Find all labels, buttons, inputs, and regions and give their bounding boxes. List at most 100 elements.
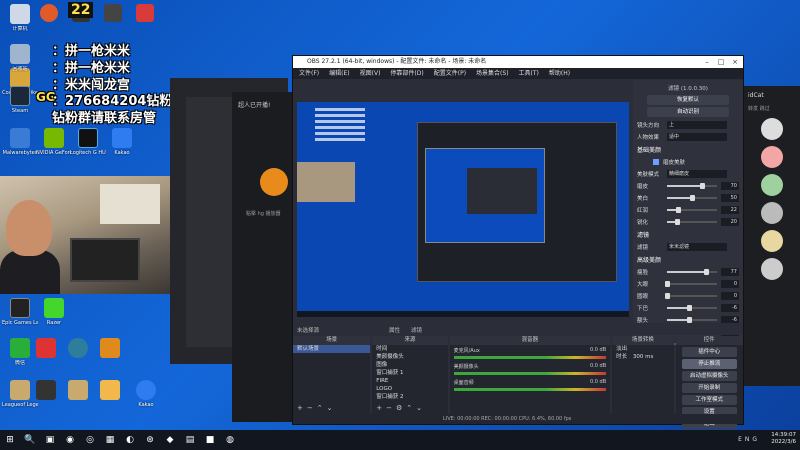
desktop-icon-recycle-bin[interactable]: 回收站: [2, 44, 38, 72]
avatar[interactable]: [761, 174, 783, 196]
slider-handle[interactable]: [665, 280, 670, 287]
avatar[interactable]: [761, 230, 783, 252]
desktop-icon-kakao[interactable]: Kakao: [128, 380, 164, 408]
reset-default-button[interactable]: 恢复默认: [647, 95, 729, 105]
slider-track[interactable]: [667, 194, 717, 201]
language-indicator[interactable]: ENG: [738, 436, 760, 443]
slider-track[interactable]: [665, 280, 717, 287]
person-effect-select[interactable]: 适中: [667, 132, 727, 141]
avatar[interactable]: [761, 202, 783, 224]
app-icon[interactable]: ◍: [220, 430, 240, 450]
transition-duration[interactable]: 时长 300 ms: [612, 353, 673, 361]
slider-handle[interactable]: [676, 206, 681, 213]
search-icon[interactable]: 🔍: [20, 430, 40, 450]
app-icon[interactable]: [136, 4, 154, 22]
stop-streaming-button[interactable]: 停止推流: [681, 359, 737, 369]
start-virtual-camera-button[interactable]: 启动虚拟摄像头: [681, 371, 737, 381]
slider-track[interactable]: [667, 316, 717, 323]
slider-handle[interactable]: [690, 194, 695, 201]
face-direction-select[interactable]: 上: [667, 120, 727, 129]
slider-value[interactable]: -6: [721, 303, 739, 312]
sources-dock-footer[interactable]: +−⚙⌃⌄: [376, 404, 426, 412]
slider-handle[interactable]: [675, 218, 680, 225]
menu-scene-collection[interactable]: 场景集合(S): [476, 68, 509, 79]
app-icon[interactable]: [100, 380, 120, 400]
app-icon[interactable]: ▦: [100, 430, 120, 450]
slider-track[interactable]: [667, 218, 717, 225]
source-item[interactable]: 时间: [372, 345, 447, 353]
app-icon[interactable]: ◎: [80, 430, 100, 450]
source-item[interactable]: 图像: [372, 361, 447, 369]
source-item[interactable]: 美颜摄像头: [372, 353, 447, 361]
start-icon[interactable]: ⊞: [0, 430, 20, 450]
app-icon[interactable]: [68, 380, 88, 400]
avatar[interactable]: [761, 118, 783, 140]
desktop-icon-computer[interactable]: 计算机: [2, 4, 38, 32]
desktop-icon-epic[interactable]: Epic Games Launcher: [2, 298, 38, 326]
close-icon[interactable]: ×: [729, 56, 741, 68]
plugin-center-button[interactable]: 插件中心: [681, 347, 737, 357]
app-icon[interactable]: ▤: [180, 430, 200, 450]
menu-file[interactable]: 文件(F): [299, 68, 319, 79]
menu-help[interactable]: 帮助(H): [549, 68, 570, 79]
chrome-icon[interactable]: ◉: [60, 430, 80, 450]
tray-icons[interactable]: ENG: [738, 436, 760, 443]
menu-docks[interactable]: 停靠部件(D): [390, 68, 423, 79]
slider-handle[interactable]: [700, 182, 705, 189]
slider-track[interactable]: [667, 304, 717, 311]
menu-edit[interactable]: 编辑(E): [329, 68, 349, 79]
menu-view[interactable]: 视图(V): [360, 68, 381, 79]
slider-handle[interactable]: [687, 304, 692, 311]
minimize-icon[interactable]: –: [701, 56, 713, 68]
menu-tools[interactable]: 工具(T): [519, 68, 539, 79]
slider-track[interactable]: [667, 268, 717, 275]
slider-track[interactable]: [667, 182, 717, 189]
obs-title-bar[interactable]: OBS 27.2.1 (64-bit, windows) - 配置文件: 未命名…: [293, 56, 743, 68]
app-icon[interactable]: ■: [200, 430, 220, 450]
obs-preview-canvas[interactable]: [297, 102, 629, 317]
beauty-mode-select[interactable]: 精细磨皮: [667, 169, 727, 178]
studio-mode-button[interactable]: 工作室模式: [681, 395, 737, 405]
menu-profile[interactable]: 配置文件(P): [434, 68, 466, 79]
start-recording-button[interactable]: 开始录制: [681, 383, 737, 393]
desktop-icon-lol[interactable]: Leagueof Legends: [2, 380, 38, 408]
avatar[interactable]: [761, 258, 783, 280]
slider-value[interactable]: 0: [721, 279, 739, 288]
slider-track[interactable]: [667, 206, 717, 213]
mixer-channel[interactable]: 美颜摄像头 0.0 dB: [450, 361, 611, 377]
desktop-icon-steam[interactable]: Steam: [2, 86, 38, 114]
desktop-icon-wechat[interactable]: 微信: [2, 338, 38, 366]
slider-value[interactable]: 77: [721, 267, 739, 276]
maximize-icon[interactable]: □: [715, 56, 727, 68]
filter-select[interactable]: 米米滤镜: [667, 242, 727, 251]
obs-window[interactable]: OBS 27.2.1 (64-bit, windows) - 配置文件: 未命名…: [292, 55, 744, 429]
slider-value[interactable]: 50: [721, 193, 739, 202]
app-icon[interactable]: ◆: [160, 430, 180, 450]
task-view-icon[interactable]: ▣: [40, 430, 60, 450]
slider-handle[interactable]: [665, 292, 670, 299]
properties-button[interactable]: 属性: [389, 326, 400, 334]
slider-handle[interactable]: [703, 268, 709, 275]
scene-item[interactable]: 默认场景: [293, 345, 371, 353]
desktop-icon-razer-top[interactable]: Kakao: [104, 128, 140, 156]
slider-value[interactable]: 22: [721, 205, 739, 214]
desktop-icon-malwarebytes[interactable]: Malwarebytes: [2, 128, 38, 156]
beauty-checkbox[interactable]: [653, 158, 659, 165]
app-icon[interactable]: [68, 338, 88, 358]
app-icon[interactable]: [40, 4, 58, 22]
transition-type-select[interactable]: 淡出: [612, 345, 673, 353]
app-icon[interactable]: ◐: [120, 430, 140, 450]
slider-handle[interactable]: [687, 316, 692, 323]
bg-app-play-button[interactable]: [260, 168, 288, 196]
app-icon[interactable]: [36, 380, 56, 400]
app-icon[interactable]: [104, 4, 122, 22]
mixer-channel[interactable]: 桌面音频 0.0 dB: [450, 377, 611, 393]
desktop-icon-logitech[interactable]: Logitech G HUB: [70, 128, 106, 156]
source-item[interactable]: 窗口捕获 1: [372, 369, 447, 377]
app-icon[interactable]: ⊛: [140, 430, 160, 450]
slider-value[interactable]: 70: [721, 181, 739, 190]
slider-track[interactable]: [665, 292, 717, 299]
avatar[interactable]: [761, 146, 783, 168]
source-item[interactable]: FIRE: [372, 377, 447, 385]
slider-value[interactable]: 0: [721, 291, 739, 300]
